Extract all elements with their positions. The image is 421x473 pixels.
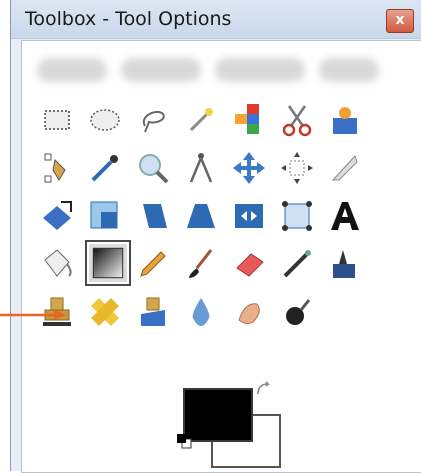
shear-tool[interactable] <box>133 196 173 236</box>
rotate-tool[interactable] <box>37 196 77 236</box>
text-a-icon <box>331 202 359 230</box>
smudge-finger-icon <box>238 303 260 325</box>
measure-tool[interactable] <box>181 148 221 188</box>
callout-arrow-icon <box>0 310 66 320</box>
scissors-icon <box>282 105 312 137</box>
ellipse-select-icon <box>90 109 120 131</box>
foreground-color-swatch[interactable] <box>183 388 253 442</box>
toolbox-window: Toolbox - Tool Options x <box>10 0 421 473</box>
airbrush-icon <box>283 250 311 278</box>
scissors-select-tool[interactable] <box>277 100 317 140</box>
eraser-tool[interactable] <box>229 244 269 284</box>
ellipse-select-tool[interactable] <box>85 100 125 140</box>
crop-knife-icon <box>331 155 358 181</box>
move-arrows-icon <box>233 152 265 184</box>
color-select-icon <box>235 104 259 134</box>
text-tool[interactable] <box>325 196 365 236</box>
paint-bucket-icon <box>44 249 72 277</box>
smudge-tool[interactable] <box>229 292 269 332</box>
crop-tool[interactable] <box>325 148 365 188</box>
color-area <box>171 380 283 468</box>
close-button[interactable]: x <box>386 9 414 33</box>
pencil-tool[interactable] <box>133 244 173 284</box>
title-bar[interactable]: Toolbox - Tool Options x <box>11 0 421 39</box>
eyedropper-icon <box>91 155 118 182</box>
airbrush-tool[interactable] <box>277 244 317 284</box>
color-picker-tool[interactable] <box>85 148 125 188</box>
rotate-icon <box>43 201 72 230</box>
perspective-stamp-icon <box>141 297 165 326</box>
perspective-tool[interactable] <box>181 196 221 236</box>
paths-tool[interactable] <box>37 148 77 188</box>
cage-icon <box>282 201 312 231</box>
move-tool[interactable] <box>229 148 269 188</box>
bandage-icon <box>91 298 119 326</box>
shear-icon <box>143 204 167 228</box>
flip-icon <box>235 204 263 228</box>
dodge-burn-icon <box>286 299 311 325</box>
foreground-select-tool[interactable] <box>325 100 365 140</box>
pen-path-icon <box>44 153 66 183</box>
blurred-tab-strip <box>37 50 397 90</box>
eraser-icon <box>236 253 264 277</box>
default-colors-icon[interactable] <box>175 432 193 450</box>
alignment-tool[interactable] <box>277 148 317 188</box>
foreground-select-icon <box>333 107 357 134</box>
flip-tool[interactable] <box>229 196 269 236</box>
paintbrush-icon <box>189 249 213 278</box>
rect-select-tool[interactable] <box>37 100 77 140</box>
scale-icon <box>90 201 118 229</box>
compass-icon <box>189 153 213 183</box>
paintbrush-tool[interactable] <box>181 244 221 284</box>
ink-icon <box>333 250 355 278</box>
water-drop-icon <box>192 298 210 326</box>
scale-tool[interactable] <box>85 196 125 236</box>
select-by-color-tool[interactable] <box>229 100 269 140</box>
rectangle-select-icon <box>44 110 70 130</box>
ink-tool[interactable] <box>325 244 365 284</box>
lasso-icon <box>142 110 165 133</box>
zoom-tool[interactable] <box>133 148 173 188</box>
magic-wand-icon <box>189 108 213 132</box>
window-title: Toolbox - Tool Options <box>25 8 232 30</box>
gradient-icon <box>92 247 124 279</box>
fuzzy-select-tool[interactable] <box>181 100 221 140</box>
heal-tool[interactable] <box>85 292 125 332</box>
cage-transform-tool[interactable] <box>277 196 317 236</box>
align-icon <box>281 152 313 184</box>
perspective-icon <box>187 204 215 228</box>
free-select-tool[interactable] <box>133 100 173 140</box>
perspective-clone-tool[interactable] <box>133 292 173 332</box>
blend-tool[interactable] <box>85 240 131 286</box>
blur-sharpen-tool[interactable] <box>181 292 221 332</box>
pencil-icon <box>140 251 166 277</box>
dodge-burn-tool[interactable] <box>277 292 317 332</box>
magnifier-icon <box>139 154 169 184</box>
swap-colors-icon[interactable] <box>255 380 273 398</box>
bucket-fill-tool[interactable] <box>37 244 77 284</box>
